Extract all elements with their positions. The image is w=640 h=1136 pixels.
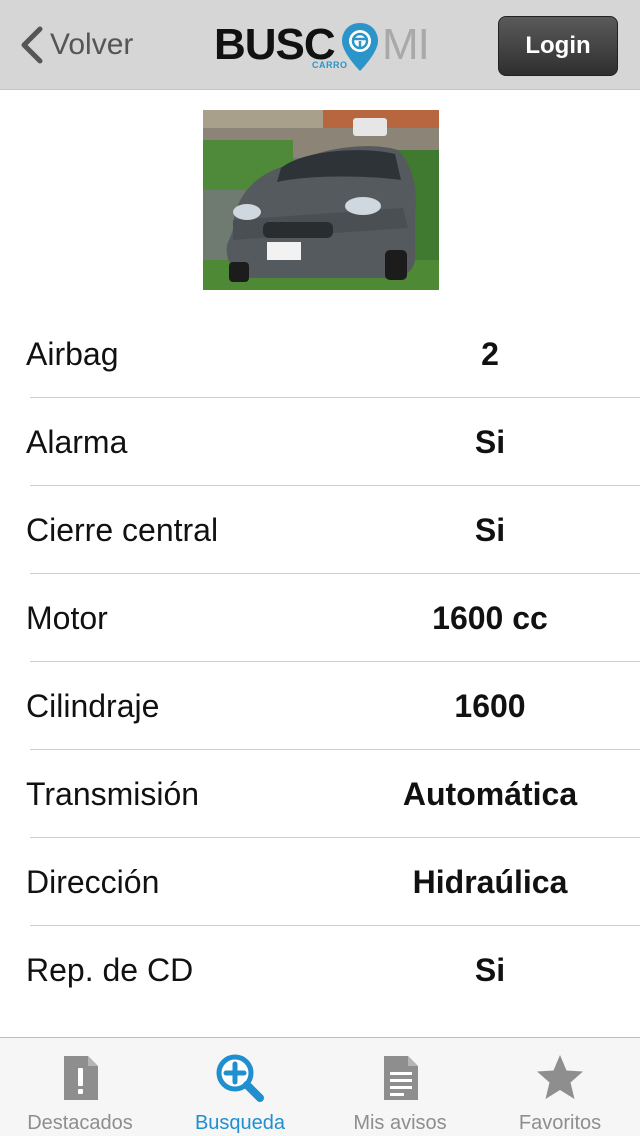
back-button[interactable]: Volver <box>18 22 133 68</box>
featured-icon <box>64 1056 98 1100</box>
spec-label: Airbag <box>26 336 119 372</box>
spec-list: Airbag 2 Alarma Si Cierre central Si Mot… <box>0 310 640 1014</box>
logo-text-tail: MI <box>382 20 430 69</box>
back-label: Volver <box>50 28 134 61</box>
spec-value: 1600 <box>454 688 526 724</box>
spec-value: Automática <box>402 776 578 812</box>
spec-label: Dirección <box>26 864 160 900</box>
spec-row: Cierre central Si <box>0 486 640 574</box>
spec-row: Rep. de CD Si <box>0 926 640 1014</box>
spec-row: Cilindraje 1600 <box>0 662 640 750</box>
spec-label: Motor <box>26 600 108 636</box>
tab-bar: Destacados Busqueda Mis avisos Favoritos <box>0 1037 640 1136</box>
tab-label: Mis avisos <box>353 1112 447 1134</box>
app-logo: BUSC MI CARRO <box>214 18 434 74</box>
spec-value: Si <box>474 952 506 988</box>
spec-value: Si <box>474 424 506 460</box>
spec-row: Alarma Si <box>0 398 640 486</box>
spec-label: Cierre central <box>26 512 219 548</box>
spec-row: Transmisión Automática <box>0 750 640 838</box>
tab-destacados[interactable]: Destacados <box>0 1038 160 1136</box>
tab-favoritos[interactable]: Favoritos <box>480 1038 640 1136</box>
top-bar: Volver BUSC MI CARRO Login <box>0 0 640 90</box>
spec-value: Hidraúlica <box>412 864 568 900</box>
spec-row: Dirección Hidraúlica <box>0 838 640 926</box>
search-plus-icon <box>216 1054 264 1102</box>
tab-mis-avisos[interactable]: Mis avisos <box>320 1038 480 1136</box>
star-icon <box>537 1055 583 1099</box>
chevron-left-icon <box>21 26 43 64</box>
logo-subtext: CARRO <box>312 60 348 70</box>
spec-label: Transmisión <box>26 776 200 812</box>
spec-label: Alarma <box>26 424 128 460</box>
tab-label: Destacados <box>27 1112 133 1134</box>
car-photo[interactable] <box>203 110 439 290</box>
spec-value: Si <box>474 512 506 548</box>
tab-busqueda[interactable]: Busqueda <box>160 1038 320 1136</box>
tab-label: Busqueda <box>194 1112 286 1134</box>
document-icon <box>384 1056 418 1100</box>
tab-label: Favoritos <box>518 1112 602 1134</box>
spec-value: 2 <box>481 336 499 372</box>
spec-value: 1600 cc <box>432 600 548 636</box>
spec-label: Rep. de CD <box>26 952 194 988</box>
spec-row: Airbag 2 <box>0 310 640 398</box>
spec-row: Motor 1600 cc <box>0 574 640 662</box>
spec-label: Cilindraje <box>26 688 160 724</box>
login-button[interactable]: Login <box>498 16 618 76</box>
car-image <box>203 110 439 290</box>
